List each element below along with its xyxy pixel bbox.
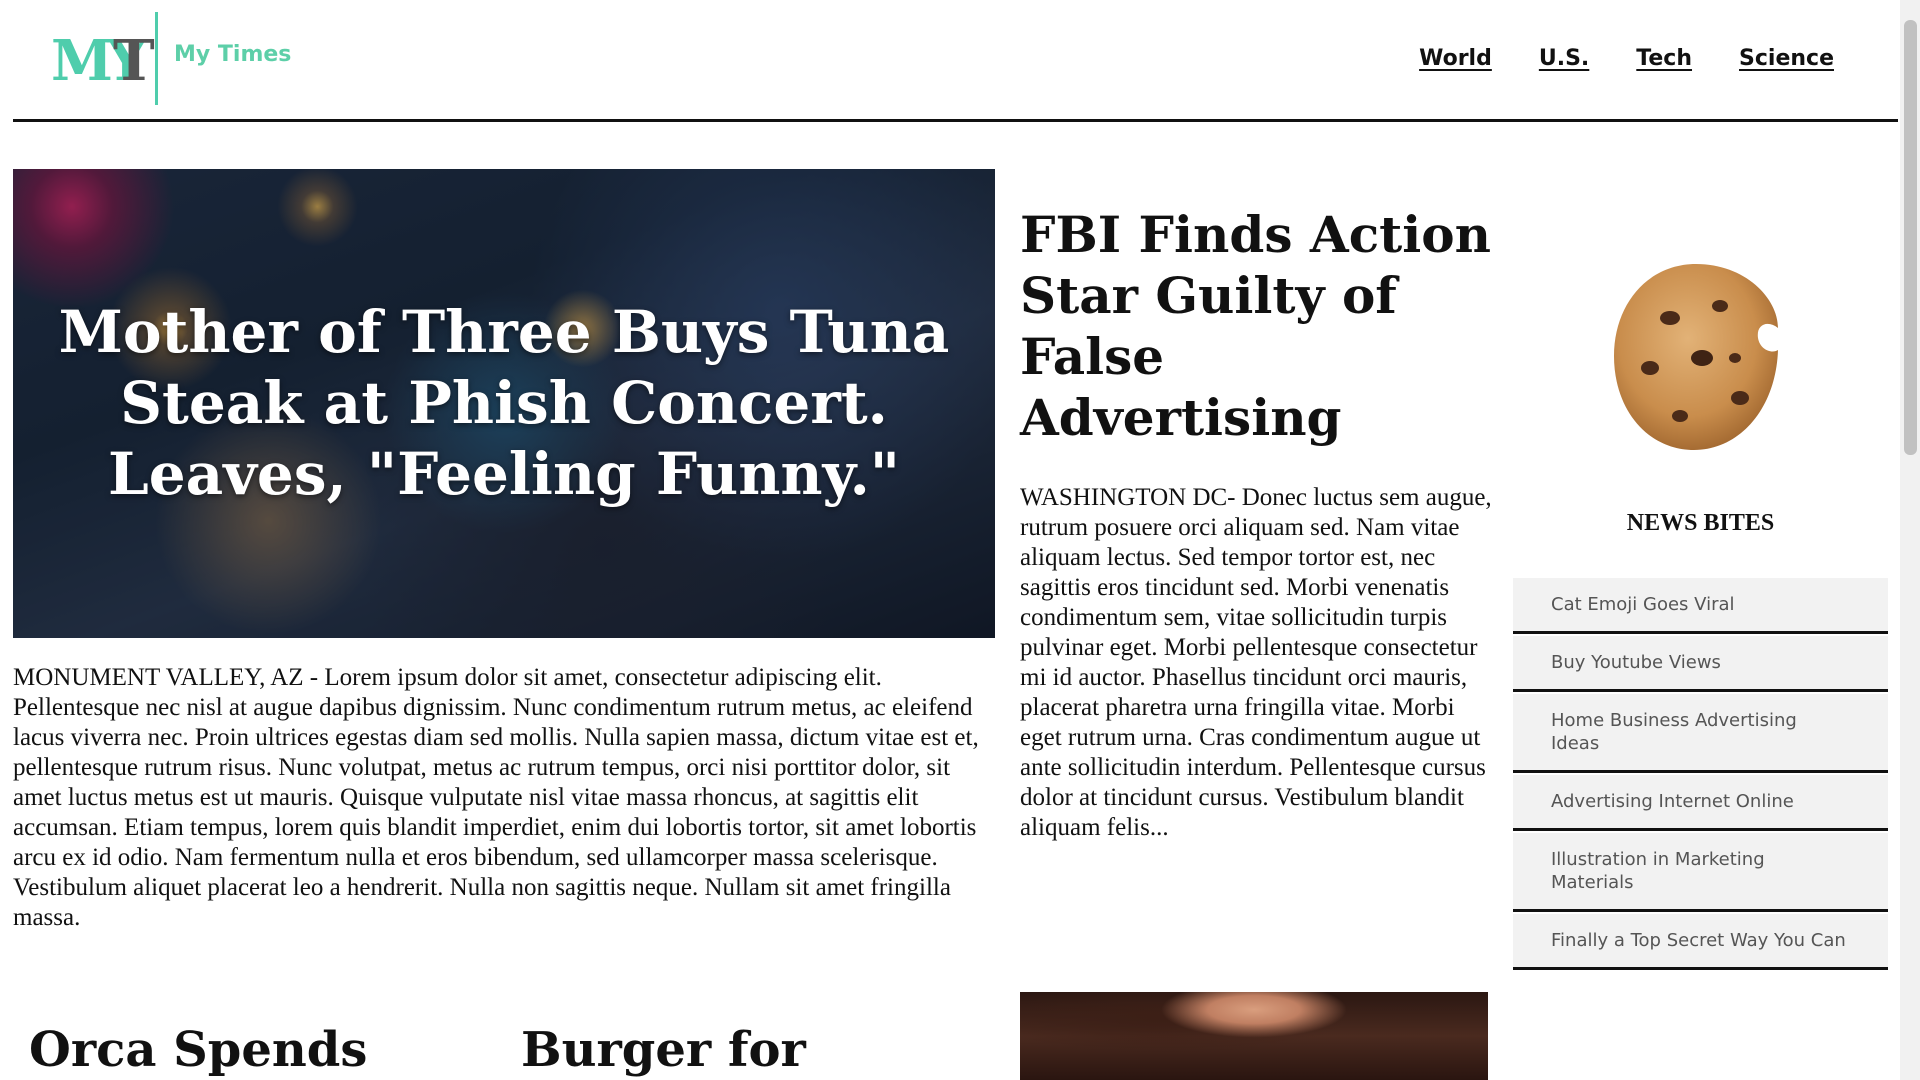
site-name[interactable]: My Times	[174, 42, 291, 67]
news-bites-heading: NEWS BITES	[1626, 510, 1775, 536]
vertical-scrollbar[interactable]	[1900, 0, 1920, 1080]
nav-science[interactable]: Science	[1739, 46, 1834, 71]
scrollbar-thumb[interactable]	[1904, 20, 1917, 455]
myt-logo-mark[interactable]: MY T	[49, 22, 157, 94]
main-nav: World U.S. Tech Science	[1419, 46, 1834, 71]
bite-item-youtube-views[interactable]: Buy Youtube Views	[1513, 636, 1888, 692]
nav-world[interactable]: World	[1419, 46, 1492, 71]
site-header: MY T My Times World U.S. Tech Science	[13, 0, 1898, 122]
nav-us[interactable]: U.S.	[1539, 46, 1589, 71]
news-bites-list: Cat Emoji Goes Viral Buy Youtube Views H…	[1513, 578, 1888, 970]
svg-text:T: T	[113, 28, 155, 94]
bite-item-advertising-internet[interactable]: Advertising Internet Online	[1513, 775, 1888, 831]
nav-tech[interactable]: Tech	[1636, 46, 1692, 71]
orca-headline[interactable]: Orca Spends	[29, 1020, 367, 1080]
logo-divider	[155, 12, 158, 105]
bite-item-cat-emoji[interactable]: Cat Emoji Goes Viral	[1513, 578, 1888, 634]
hero-image[interactable]: Mother of Three Buys Tuna Steak at Phish…	[13, 169, 995, 638]
woman-photo[interactable]	[1020, 992, 1488, 1080]
cookie-image	[1614, 264, 1778, 450]
hero-title[interactable]: Mother of Three Buys Tuna Steak at Phish…	[53, 297, 955, 510]
burger-headline[interactable]: Burger for	[521, 1020, 806, 1080]
hero-body: MONUMENT VALLEY, AZ - Lorem ipsum dolor …	[13, 664, 979, 931]
bite-item-home-business[interactable]: Home Business Advertising Ideas	[1513, 694, 1888, 773]
feature-body: WASHINGTON DC- Donec luctus sem augue, r…	[1020, 484, 1492, 841]
bite-item-illustration[interactable]: Illustration in Marketing Materials	[1513, 833, 1888, 912]
bite-item-top-secret[interactable]: Finally a Top Secret Way You Can	[1513, 914, 1888, 970]
feature-title[interactable]: FBI Finds Action Star Guilty of False Ad…	[1020, 204, 1498, 448]
